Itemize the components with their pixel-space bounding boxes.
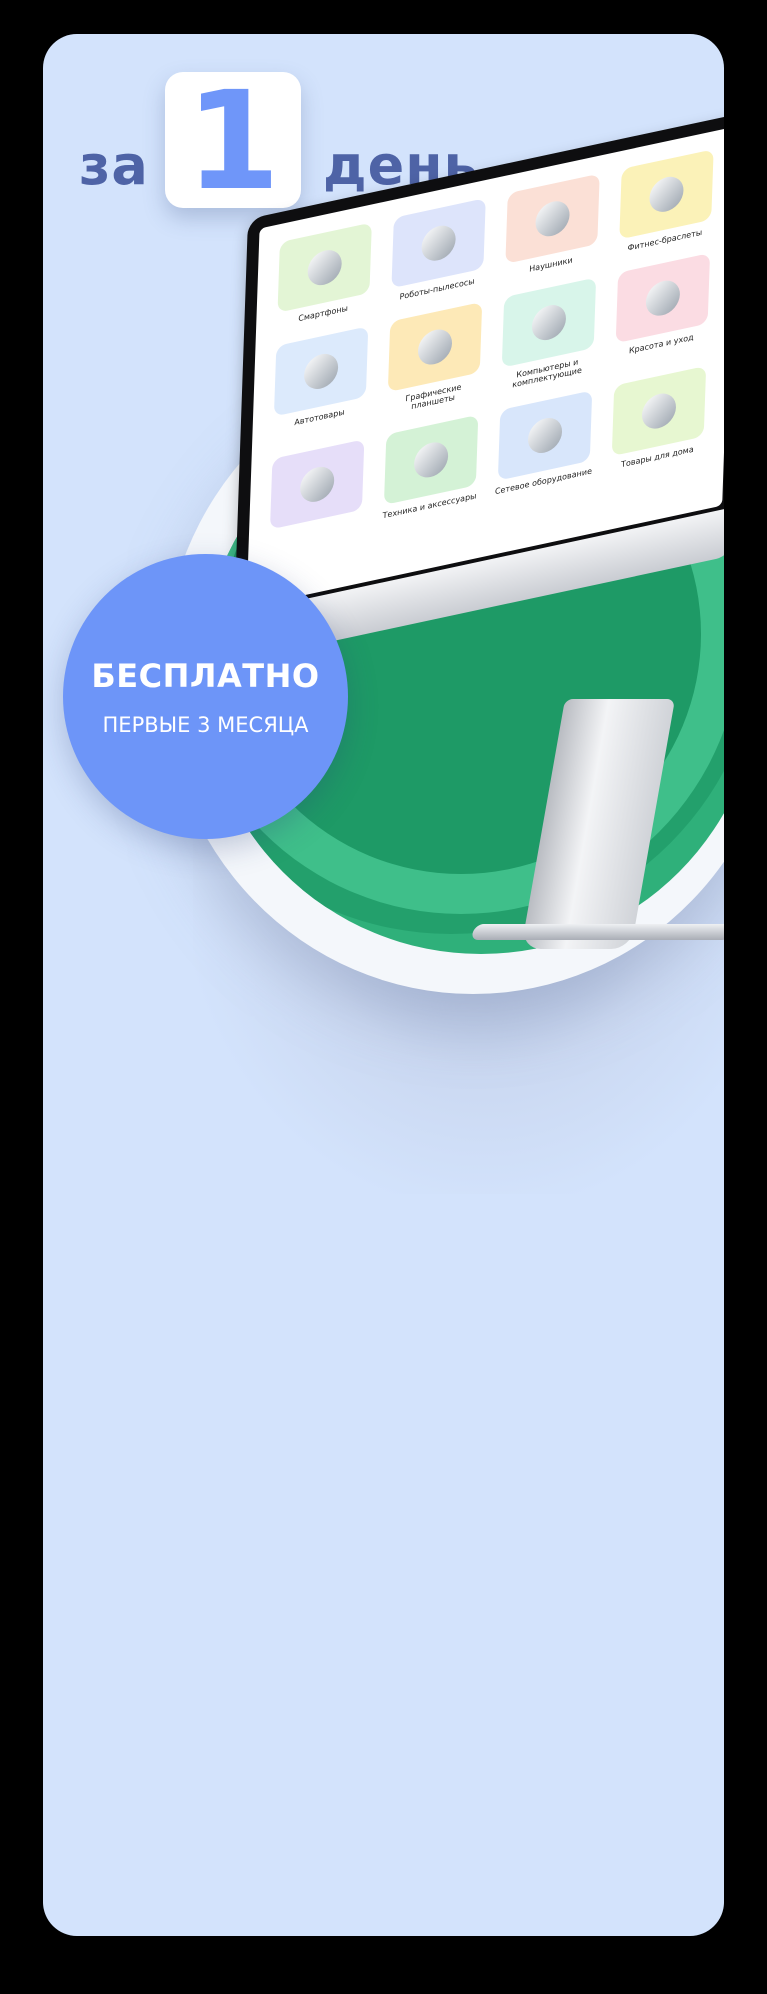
category-tile[interactable]: Красота и уход: [612, 252, 713, 368]
smartphone-icon: [307, 246, 343, 289]
category-tile[interactable]: Сетевое оборудование: [494, 390, 595, 497]
category-tile[interactable]: Фитнес-браслеты: [616, 149, 717, 256]
category-tile[interactable]: Автотовары: [270, 326, 371, 442]
category-image: [505, 173, 600, 264]
earbuds-icon: [534, 197, 571, 240]
category-image: [387, 301, 483, 393]
category-image: [269, 439, 365, 530]
category-tile[interactable]: Компьютеры и комплектующие: [498, 277, 599, 393]
category-image: [501, 277, 597, 368]
router-icon: [527, 414, 563, 457]
category-tile[interactable]: Техника и аксессуары: [380, 414, 481, 521]
badge-title: БЕСПЛАТНО: [91, 656, 320, 695]
category-tile[interactable]: [266, 439, 367, 546]
accessories-icon: [413, 439, 449, 481]
category-tile[interactable]: Наушники: [502, 173, 603, 280]
tablet-icon: [417, 326, 453, 368]
monitor-base: [470, 924, 724, 940]
mirror-icon: [645, 277, 681, 319]
car-mount-icon: [303, 350, 339, 393]
category-image: [383, 414, 479, 506]
smart-home-icon: [641, 390, 677, 432]
headline-prefix: за: [79, 134, 149, 197]
category-grid: Смартфоны Роботы-пылесосы Наушники Фитнес-б…: [266, 149, 716, 546]
category-image: [497, 390, 593, 481]
category-image: [619, 149, 714, 240]
category-tile[interactable]: Товары для дома: [608, 365, 709, 472]
category-image: [273, 326, 369, 417]
badge-subtitle: ПЕРВЫЕ 3 МЕСЯЦА: [102, 712, 309, 737]
washing-machine-icon: [299, 463, 335, 506]
mouse-icon: [531, 301, 567, 344]
monitor-screen: Смартфоны Роботы-пылесосы Наушники Фитнес-б…: [232, 111, 724, 663]
category-image: [391, 198, 486, 289]
fitness-band-icon: [648, 173, 685, 216]
promo-card: за 1 день Смартфоны Роботы-пылесосы Наушни…: [43, 34, 724, 1936]
category-image: [611, 365, 707, 457]
category-tile[interactable]: Смартфоны: [274, 222, 375, 329]
category-image: [277, 222, 372, 313]
free-badge: БЕСПЛАТНО ПЕРВЫЕ 3 МЕСЯЦА: [63, 554, 348, 839]
robot-vacuum-icon: [421, 222, 457, 264]
category-image: [615, 253, 711, 344]
category-label: Наушники: [529, 255, 573, 274]
category-tile[interactable]: Роботы-пылесосы: [388, 197, 489, 304]
category-tile[interactable]: Графические планшеты: [384, 301, 485, 417]
